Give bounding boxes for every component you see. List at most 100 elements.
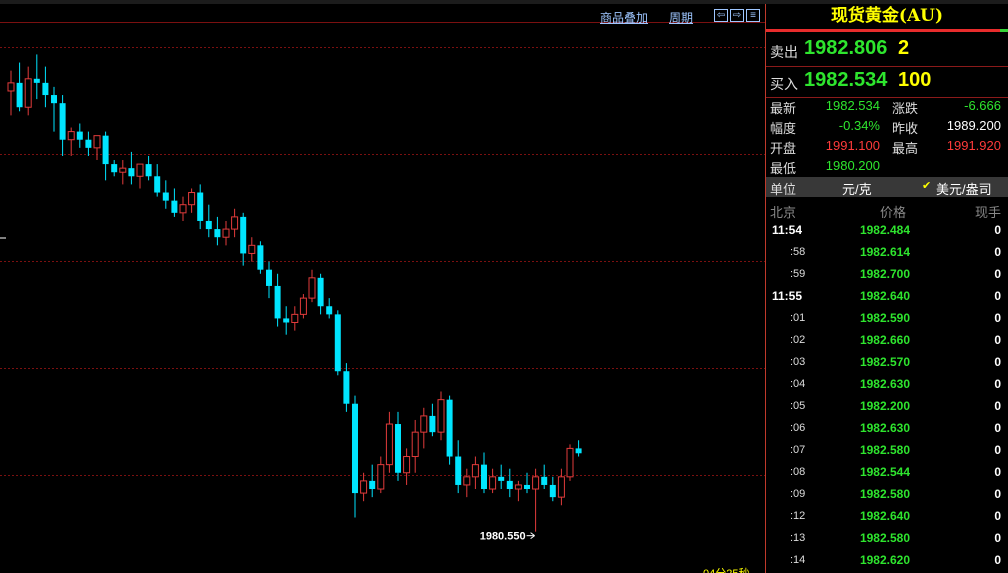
tick-time: :14 <box>790 554 806 566</box>
tick-volume: 0 <box>994 399 1001 413</box>
tick-volume: 0 <box>994 377 1001 391</box>
candle <box>317 273 324 315</box>
candle <box>197 184 204 230</box>
candle-body <box>102 135 109 165</box>
candle-body <box>549 484 556 498</box>
usd-oz-option[interactable]: 美元/盎司 <box>936 179 992 198</box>
candle <box>498 464 505 490</box>
candle-body <box>377 464 385 490</box>
candle <box>506 468 513 498</box>
buy-volume: 100 <box>898 69 932 91</box>
tick-volume: 0 <box>994 553 1001 567</box>
candle-body <box>385 423 393 466</box>
tick-row: :02 1982.660 0 <box>766 330 1008 352</box>
candle-body <box>420 415 428 433</box>
tick-row: :58 1982.614 0 <box>766 242 1008 264</box>
tick-row: 11:54 1982.484 0 <box>766 220 1008 242</box>
candle-body <box>369 480 376 490</box>
candle-body <box>205 220 212 230</box>
check-icon[interactable]: ✔ <box>922 179 931 192</box>
latest-label: 最新 <box>770 101 797 116</box>
candle-body <box>437 399 445 433</box>
candle <box>257 241 264 274</box>
candle <box>549 476 556 502</box>
tick-volume: 0 <box>994 355 1001 369</box>
scroll-right-button[interactable]: ⇨ <box>730 9 744 22</box>
tick-row: :04 1982.630 0 <box>766 374 1008 396</box>
candle <box>16 62 23 112</box>
candle-body <box>283 318 290 323</box>
candle <box>343 363 350 412</box>
prev-close-value: 1989.200 <box>946 118 1001 133</box>
candle-body <box>162 192 169 201</box>
tick-row: :59 1982.700 0 <box>766 264 1008 286</box>
tick-row: :14 1982.620 0 <box>766 550 1008 572</box>
tick-price: 1982.570 <box>859 355 910 369</box>
tick-price: 1982.590 <box>859 311 910 325</box>
tick-volume: 0 <box>994 487 1001 501</box>
candle <box>291 306 299 331</box>
sell-row: 卖出 1982.806 2 <box>766 35 1008 65</box>
unit-bar: 单位 元/克 ✔ 美元/盎司 <box>766 177 1008 197</box>
tick-time: :03 <box>790 356 806 368</box>
candle-body <box>291 313 299 323</box>
menu-button[interactable]: ≡ <box>746 9 760 22</box>
candle-body <box>343 371 350 404</box>
candle <box>566 444 574 481</box>
candle-body <box>266 269 272 286</box>
tick-price: 1982.544 <box>859 465 910 479</box>
candle <box>67 127 75 156</box>
candle-body <box>59 103 66 140</box>
overlay-link[interactable]: 商品叠加 <box>600 9 648 26</box>
candle <box>51 86 57 132</box>
candle <box>575 440 582 457</box>
candlestick-chart[interactable]: 1980.550 04分25秒 商品叠加 周期 ⇦ ⇨ ≡ <box>0 4 765 573</box>
quote-panel: 现货黄金(AU) 卖出 1982.806 2 买入 1982.534 100 最… <box>766 4 1008 573</box>
tick-time: :01 <box>790 312 806 324</box>
candle-body <box>33 78 40 83</box>
candle-body <box>524 484 530 490</box>
candle <box>154 164 161 197</box>
candle <box>7 70 15 116</box>
tick-price: 1982.580 <box>859 531 910 545</box>
unit-value[interactable]: 元/克 <box>842 179 872 198</box>
range-value: -0.34% <box>838 118 880 133</box>
tick-time: :58 <box>790 246 806 258</box>
candle <box>514 480 522 502</box>
low-value: 1980.200 <box>825 158 880 173</box>
candle <box>403 448 411 485</box>
candle-body <box>299 297 307 315</box>
candle <box>446 395 453 465</box>
tick-time: 11:55 <box>772 289 803 303</box>
candle <box>102 131 109 181</box>
candle <box>205 204 212 238</box>
tick-price: 1982.200 <box>859 399 910 413</box>
candle-body <box>51 95 57 104</box>
candle-body <box>274 285 281 319</box>
candle <box>59 95 66 156</box>
low-marker-label: 1980.550 <box>480 531 526 543</box>
tick-time: :05 <box>790 400 806 412</box>
candle <box>248 237 256 262</box>
buy-label: 买入 <box>770 76 798 92</box>
candle <box>231 208 239 238</box>
candle <box>214 216 221 246</box>
candle <box>266 261 272 299</box>
prev-close-label: 昨收 <box>892 121 919 136</box>
candle-body <box>352 403 358 494</box>
tick-volume: 0 <box>994 443 1001 457</box>
tick-price: 1982.700 <box>859 267 910 281</box>
candle <box>352 395 358 518</box>
candle <box>136 163 144 189</box>
title-underline <box>766 29 1000 32</box>
tick-volume: 0 <box>994 245 1001 259</box>
change-label: 涨跌 <box>892 101 919 116</box>
period-link[interactable]: 周期 <box>669 9 693 26</box>
tick-time: :59 <box>790 268 806 280</box>
candle-body <box>231 216 239 230</box>
tick-price: 1982.660 <box>859 333 910 347</box>
candle-body <box>16 82 23 108</box>
candle <box>188 188 196 213</box>
candle-body <box>111 164 118 173</box>
scroll-left-button[interactable]: ⇦ <box>714 9 728 22</box>
